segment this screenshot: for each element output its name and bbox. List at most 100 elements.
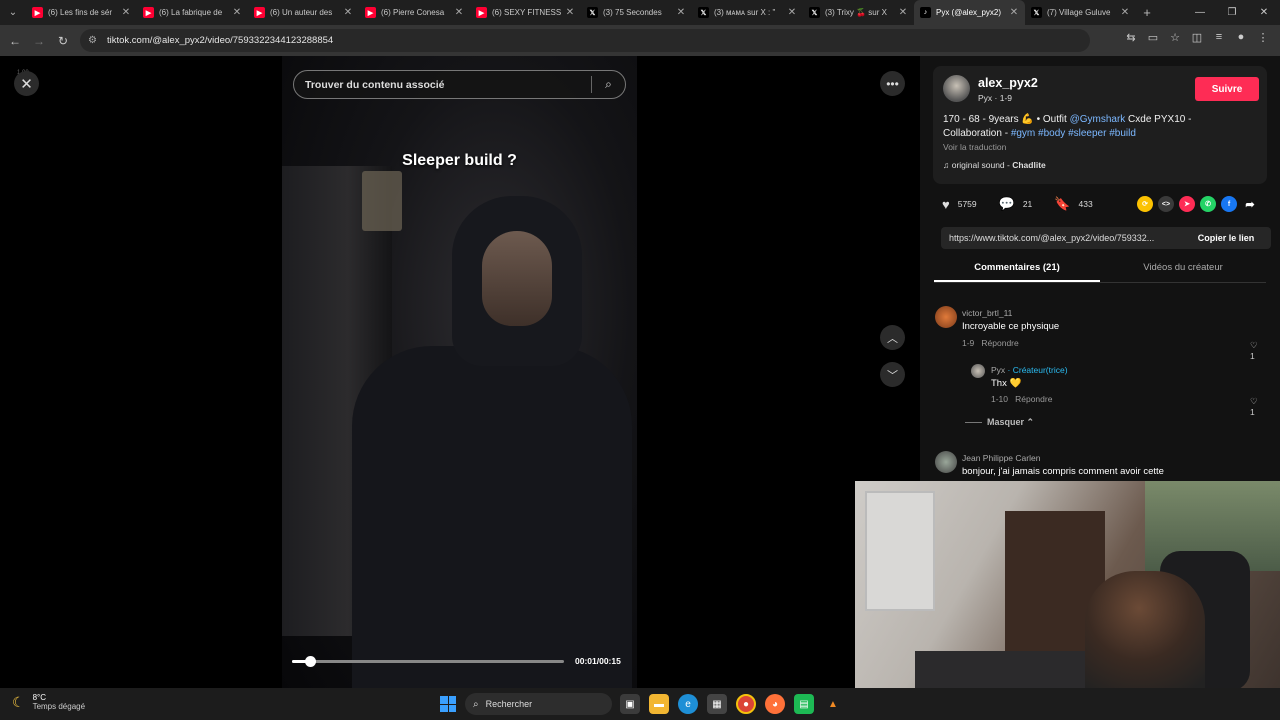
- video-description: 170 - 68 - 9years 💪 • Outfit @Gymshark C…: [943, 113, 1243, 141]
- repost-icon[interactable]: ⟳: [1137, 196, 1153, 212]
- reply-button[interactable]: Répondre: [981, 338, 1018, 348]
- taskbar-search[interactable]: ⌕ Rechercher: [465, 693, 612, 715]
- tab-close-icon[interactable]: ✕: [565, 7, 575, 18]
- menu-icon[interactable]: ⋮: [1252, 31, 1274, 44]
- firefox-icon[interactable]: ◕: [765, 694, 785, 714]
- commenter-name[interactable]: Jean Philippe Carlen: [962, 453, 1040, 463]
- minimize-icon[interactable]: —: [1184, 7, 1216, 18]
- search-icon[interactable]: ⌕: [592, 77, 625, 92]
- tab-close-icon[interactable]: ✕: [454, 7, 464, 18]
- comment-like[interactable]: ♡ 1: [1250, 340, 1258, 361]
- like-heart-icon[interactable]: ♥: [942, 197, 950, 212]
- facebook-icon[interactable]: f: [1221, 196, 1237, 212]
- edge-icon[interactable]: e: [678, 694, 698, 714]
- task-view-icon[interactable]: ▣: [620, 694, 640, 714]
- reply-button[interactable]: Répondre: [1015, 394, 1052, 404]
- send-icon[interactable]: ➤: [1179, 196, 1195, 212]
- close-video-button[interactable]: ✕: [14, 71, 39, 96]
- site-info-icon[interactable]: ⚙: [88, 35, 97, 46]
- vlc-icon[interactable]: ▲: [823, 694, 843, 714]
- mention-link[interactable]: @Gymshark: [1070, 114, 1126, 125]
- back-icon[interactable]: ←: [3, 34, 27, 48]
- tab-close-icon[interactable]: ✕: [787, 7, 797, 18]
- bookmark-star-icon[interactable]: ☆: [1164, 31, 1186, 44]
- tab-close-icon[interactable]: ✕: [343, 7, 353, 18]
- see-translation-link[interactable]: Voir la traduction: [943, 142, 1006, 152]
- whatsapp-icon[interactable]: ✆: [1200, 196, 1216, 212]
- reply-like-count: 1: [1250, 407, 1255, 417]
- tab-search-button[interactable]: ⌄: [0, 0, 26, 25]
- previous-video-button[interactable]: ︿: [880, 325, 905, 350]
- tab-close-icon[interactable]: ✕: [898, 7, 908, 18]
- translate-icon[interactable]: ⇆: [1120, 31, 1142, 44]
- forward-icon[interactable]: →: [27, 34, 51, 48]
- hashtags-link[interactable]: #gym #body #sleeper #build: [1011, 128, 1136, 139]
- embed-code-icon[interactable]: <>: [1158, 196, 1174, 212]
- reload-icon[interactable]: ↻: [51, 34, 75, 48]
- more-options-button[interactable]: •••: [880, 71, 905, 96]
- chrome-icon[interactable]: ●: [736, 694, 756, 714]
- tab-title: (6) Pierre Conesa: [381, 8, 445, 17]
- weather-condition: Temps dégagé: [32, 702, 86, 711]
- tab-close-icon[interactable]: ✕: [676, 7, 686, 18]
- tab-close-icon[interactable]: ✕: [1120, 7, 1130, 18]
- commenter-name[interactable]: victor_brtl_11: [962, 308, 1012, 318]
- tab-close-icon[interactable]: ✕: [121, 7, 131, 18]
- related-search-input[interactable]: Trouver du contenu associé ⌕: [293, 70, 626, 99]
- new-tab-button[interactable]: +: [1136, 5, 1158, 20]
- browser-tab[interactable]: ♪ Pyx (@alex_pyx2) ✕: [914, 0, 1025, 25]
- comment-bubble-icon[interactable]: 💬: [999, 196, 1015, 212]
- tab-creator-videos[interactable]: Vidéos du créateur: [1100, 259, 1266, 282]
- creator-avatar[interactable]: [943, 75, 970, 102]
- creator-username[interactable]: alex_pyx2: [978, 76, 1038, 90]
- browser-tab[interactable]: ▶ (6) SEXY FITNESS ✕: [470, 0, 581, 25]
- app-icon[interactable]: ▤: [794, 694, 814, 714]
- reply-like[interactable]: ♡ 1: [1250, 396, 1258, 417]
- browser-tab[interactable]: 𝕏 (7) Village Guluve ✕: [1025, 0, 1136, 25]
- browser-tab[interactable]: ▶ (6) Un auteur des ✕: [248, 0, 359, 25]
- browser-tab[interactable]: ▶ (6) La fabrique de ✕: [137, 0, 248, 25]
- share-arrow-icon[interactable]: ➦: [1242, 196, 1258, 212]
- video-caption: Sleeper build ?: [402, 152, 517, 169]
- copy-link-button[interactable]: Copier le lien: [1181, 233, 1271, 243]
- browser-tab[interactable]: 𝕏 (3) Trixy 🍒 sur X ✕: [803, 0, 914, 25]
- commenter-avatar[interactable]: [935, 451, 957, 473]
- next-video-button[interactable]: ﹀: [880, 362, 905, 387]
- hide-replies-button[interactable]: Masquer ⌃: [965, 417, 1034, 428]
- tab-close-icon[interactable]: ✕: [1009, 7, 1019, 18]
- maximize-icon[interactable]: ❐: [1216, 7, 1248, 18]
- reply-author[interactable]: Pyx · Créateur(trice): [991, 365, 1068, 375]
- browser-tab[interactable]: 𝕏 (3) 75 Secondes ✕: [581, 0, 692, 25]
- follow-button[interactable]: Suivre: [1195, 77, 1259, 101]
- bookmark-icon[interactable]: 🔖: [1054, 196, 1070, 212]
- address-bar[interactable]: ⚙ tiktok.com/@alex_pyx2/video/7593322344…: [80, 29, 1090, 52]
- weather-widget[interactable]: ☾ 8°C Temps dégagé: [12, 693, 85, 711]
- tab-comments[interactable]: Commentaires (21): [934, 259, 1100, 282]
- windows-start-icon[interactable]: [440, 696, 456, 712]
- video-player[interactable]: Sleeper build ? Trouver du contenu assoc…: [282, 56, 637, 688]
- cast-icon[interactable]: ▭: [1142, 31, 1164, 44]
- close-window-icon[interactable]: ✕: [1248, 7, 1280, 18]
- media-icon[interactable]: ≡: [1208, 31, 1230, 44]
- store-icon[interactable]: ▦: [707, 694, 727, 714]
- tab-title: (3) 75 Secondes: [603, 8, 662, 17]
- browser-tab[interactable]: ▶ (6) Les fins de sér ✕: [26, 0, 137, 25]
- description-text: 170 - 68 - 9years 💪 • Outfit: [943, 114, 1070, 125]
- like-heart-outline-icon[interactable]: ♡: [1250, 396, 1258, 406]
- sound-link[interactable]: ♫ original sound - Chadlite: [943, 160, 1046, 170]
- file-explorer-icon[interactable]: ▬: [649, 694, 669, 714]
- video-progress-bar[interactable]: [292, 656, 564, 667]
- video-actions: ♥ 5759 💬 21 🔖 433: [942, 196, 1115, 212]
- creator-reply-avatar[interactable]: [971, 364, 985, 378]
- share-link-text[interactable]: https://www.tiktok.com/@alex_pyx2/video/…: [941, 233, 1181, 243]
- share-icons: ⟳ <> ➤ ✆ f ➦: [1137, 196, 1263, 212]
- tab-close-icon[interactable]: ✕: [232, 7, 242, 18]
- browser-tab[interactable]: 𝕏 (3) ᴍᴀᴍᴀ sur X : " ✕: [692, 0, 803, 25]
- extensions-icon[interactable]: ◫: [1186, 31, 1208, 44]
- like-heart-outline-icon[interactable]: ♡: [1250, 340, 1258, 350]
- x-icon: 𝕏: [698, 7, 709, 18]
- browser-tab[interactable]: ▶ (6) Pierre Conesa ✕: [359, 0, 470, 25]
- commenter-avatar[interactable]: [935, 306, 957, 328]
- profile-icon[interactable]: ●: [1230, 31, 1252, 44]
- tab-title: (3) ᴍᴀᴍᴀ sur X : ": [714, 8, 776, 17]
